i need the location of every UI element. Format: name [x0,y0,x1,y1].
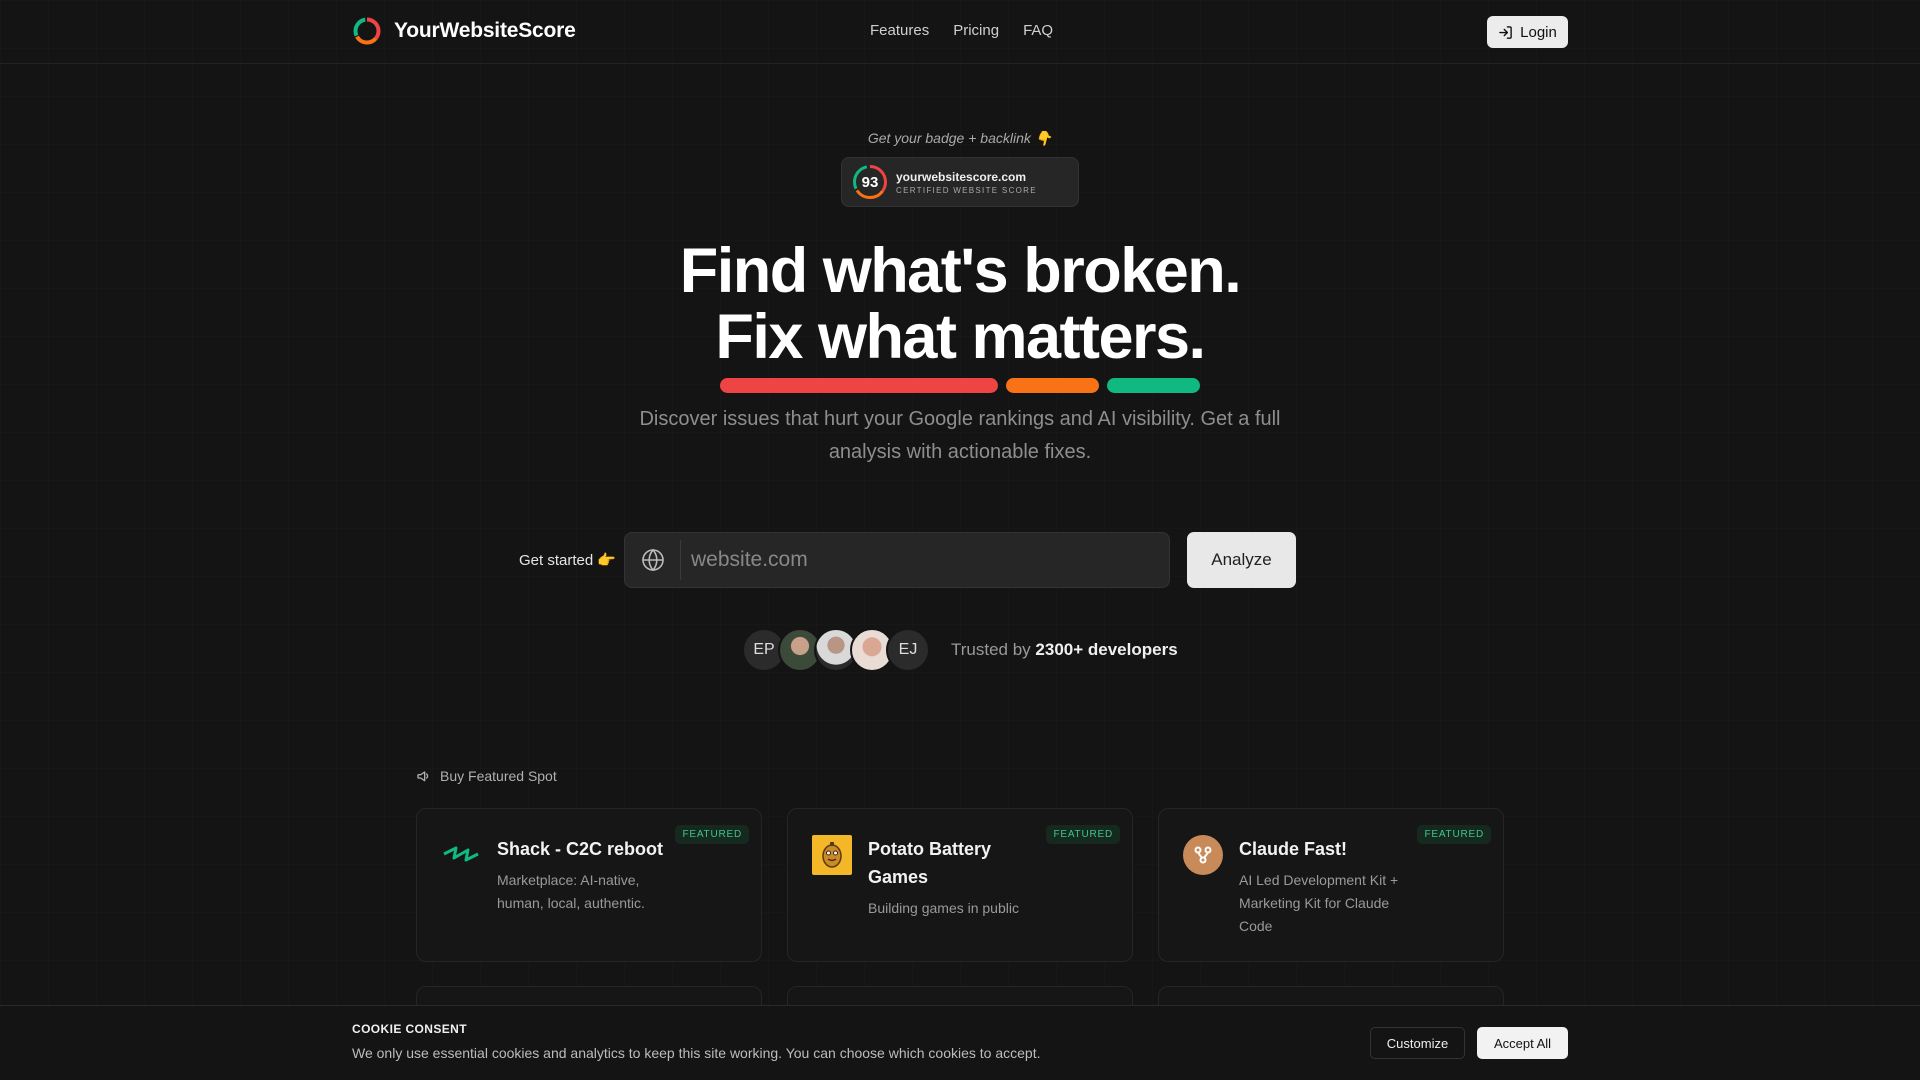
website-search-field[interactable] [624,532,1170,588]
avatar: EJ [886,628,930,672]
featured-section-title: Buy Featured Spot [440,768,557,784]
badge-caption: Get your badge + backlink 👇 [867,130,1053,146]
underline-bar-orange [1006,378,1099,393]
card-description: AI Led Development Kit + Marketing Kit f… [1239,872,1399,934]
user-avatar-stack: EP EJ [742,628,930,672]
potato-mascot-icon [812,835,852,875]
hero-title-line1: Find what's broken. [679,236,1242,306]
accept-all-cookies-button[interactable]: Accept All [1477,1027,1568,1059]
login-icon [1499,25,1512,39]
logo[interactable]: YourWebsiteScore [352,16,576,46]
megaphone-icon [417,771,429,782]
logo-ring-icon [353,17,381,45]
customize-cookies-button[interactable]: Customize [1370,1027,1465,1059]
buy-featured-spot-link[interactable]: Buy Featured Spot [416,768,557,784]
score-ring: 93 [852,164,888,200]
nav-faq-link[interactable]: FAQ [1023,22,1053,39]
card-title: Shack - C2C reboot Marketplace: AI-nativ… [497,835,677,915]
cookie-text: We only use essential cookies and analyt… [352,1045,1041,1061]
login-label: Login [1520,23,1557,41]
cookie-title: COOKIE CONSENT [352,1022,467,1036]
hero-title: Find what's broken. Fix what matters. [0,238,1920,370]
analyze-button[interactable]: Analyze [1187,532,1296,588]
card-description: Marketplace: AI-native, human, local, au… [497,872,645,911]
underline-bar-red [720,378,998,393]
website-score-badge[interactable]: 93 yourwebsitescore.com CERTIFIED WEBSIT… [841,157,1079,207]
hero-title-line2: Fix what matters. [715,302,1206,372]
underline-bar-green [1107,378,1200,393]
featured-card-claude-fast[interactable]: Claude Fast! AI Led Development Kit + Ma… [1158,808,1504,962]
badge-score: 93 [861,173,879,191]
login-button[interactable]: Login [1487,16,1568,48]
logo-text: YourWebsiteScore [394,19,576,42]
card-title: Potato Battery Games Building games in p… [868,835,1048,920]
get-started-label: Get started 👉 [519,552,617,569]
featured-badge: FEATURED [1046,825,1120,844]
trusted-count: 2300+ developers [1035,640,1178,659]
hero-subtitle: Discover issues that hurt your Google ra… [639,408,1281,463]
trusted-prefix: Trusted by [951,640,1031,659]
website-url-input[interactable] [681,533,1169,587]
main-nav: Features Pricing FAQ [870,22,1053,39]
featured-badge: FEATURED [675,825,749,844]
card-title: Claude Fast! AI Led Development Kit + Ma… [1239,835,1419,938]
nav-pricing-link[interactable]: Pricing [953,22,999,39]
nav-features-link[interactable]: Features [870,22,929,39]
globe-icon [625,540,681,580]
featured-card-shack[interactable]: Shack - C2C reboot Marketplace: AI-nativ… [416,808,762,962]
trusted-by-text: Trusted by 2300+ developers [951,640,1178,660]
badge-domain: yourwebsitescore.com [896,169,1027,184]
zigzag-logo-icon [441,835,481,875]
featured-card-potato-battery[interactable]: Potato Battery Games Building games in p… [787,808,1133,962]
claude-fast-logo-icon [1183,835,1223,875]
badge-subtitle: CERTIFIED WEBSITE SCORE [896,185,1037,195]
top-navbar: YourWebsiteScore Features Pricing FAQ Lo… [0,0,1920,64]
featured-badge: FEATURED [1417,825,1491,844]
card-description: Building games in public [868,900,1019,916]
cookie-consent-banner: COOKIE CONSENT We only use essential coo… [0,1005,1920,1080]
